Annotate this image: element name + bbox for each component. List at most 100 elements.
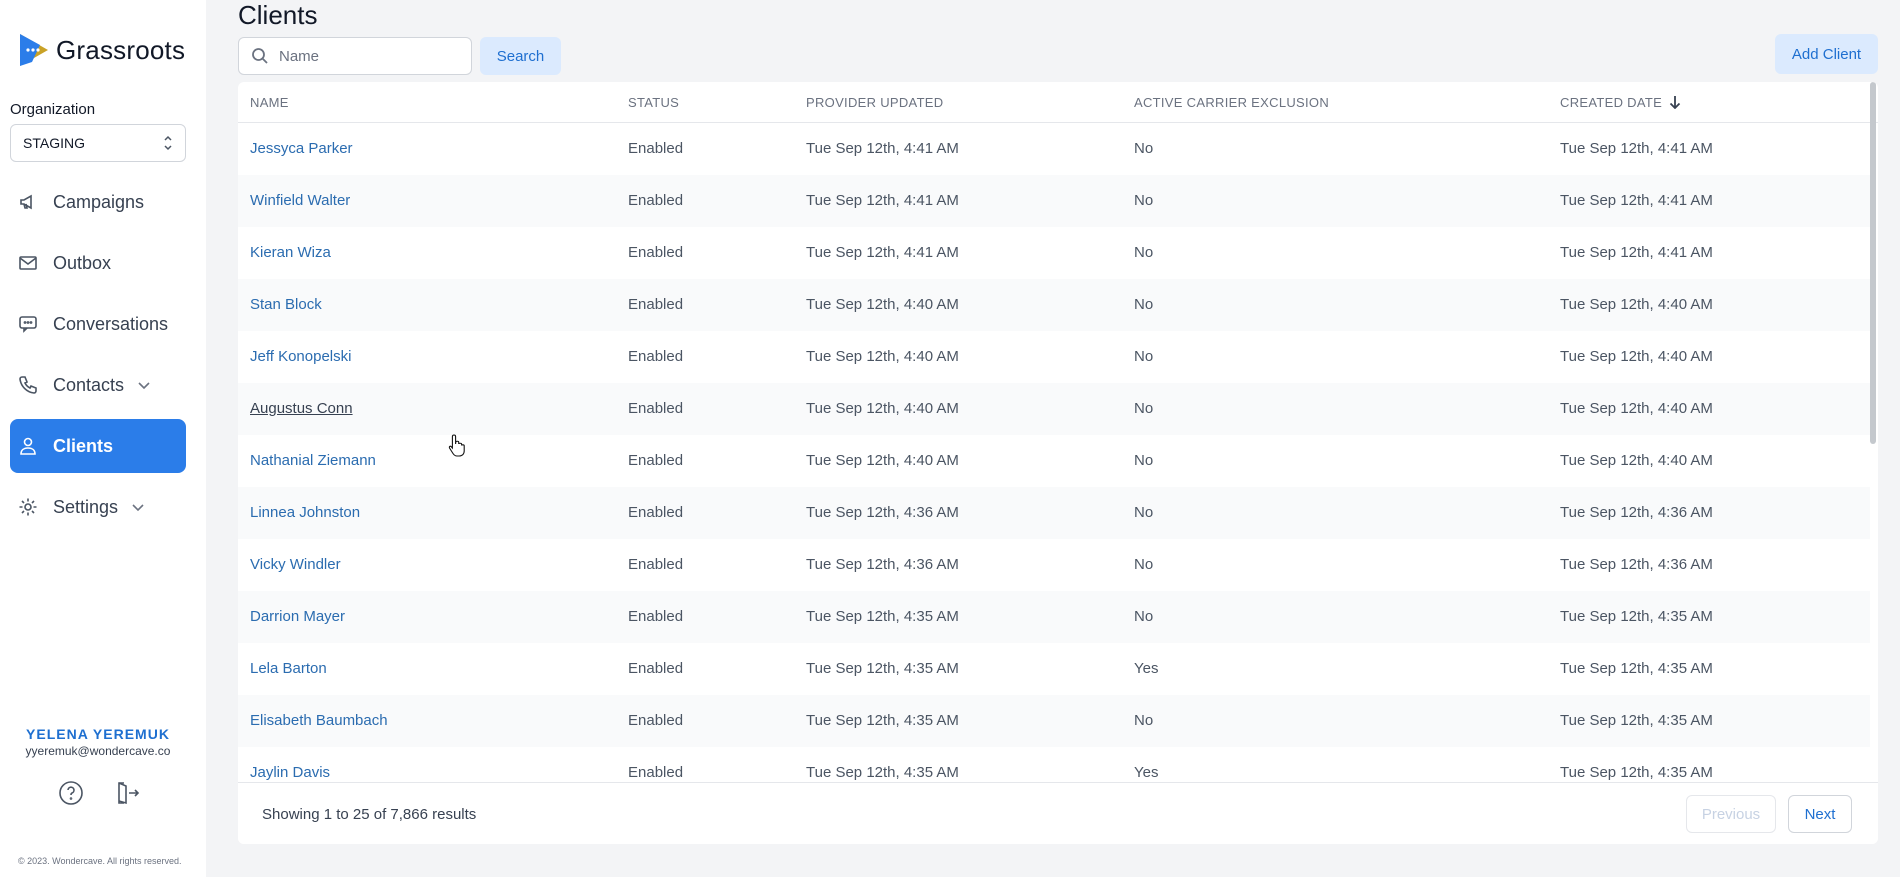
- table-header: NAME STATUS PROVIDER UPDATED ACTIVE CARR…: [238, 82, 1878, 123]
- provider-updated-cell: Tue Sep 12th, 4:41 AM: [806, 192, 959, 209]
- sidebar-item-campaigns[interactable]: Campaigns: [10, 175, 186, 229]
- provider-updated-cell: Tue Sep 12th, 4:36 AM: [806, 504, 959, 521]
- search-input[interactable]: [279, 47, 459, 65]
- status-cell: Enabled: [628, 556, 684, 573]
- sidebar-item-clients[interactable]: Clients: [10, 419, 186, 473]
- carrier-exclusion-cell: No: [1134, 348, 1154, 365]
- column-header-status[interactable]: STATUS: [628, 95, 679, 110]
- client-name-link[interactable]: Linnea Johnston: [250, 504, 360, 521]
- created-date-cell: Tue Sep 12th, 4:35 AM: [1560, 608, 1713, 625]
- app-name: Grassroots: [56, 34, 186, 65]
- sidebar-item-label: Campaigns: [53, 191, 145, 212]
- provider-updated-cell: Tue Sep 12th, 4:40 AM: [806, 400, 959, 417]
- created-date-cell: Tue Sep 12th, 4:40 AM: [1560, 452, 1713, 469]
- column-header-name[interactable]: NAME: [250, 95, 289, 110]
- table-row[interactable]: Kieran Wiza Enabled Tue Sep 12th, 4:41 AM N…: [238, 227, 1870, 279]
- provider-updated-cell: Tue Sep 12th, 4:35 AM: [806, 660, 959, 677]
- table-row[interactable]: Jeff Konopelski Enabled Tue Sep 12th, 4:40…: [238, 331, 1870, 383]
- status-cell: Enabled: [628, 140, 684, 157]
- hand-pointer-cursor-icon: [448, 434, 465, 457]
- status-cell: Enabled: [628, 192, 684, 209]
- provider-updated-cell: Tue Sep 12th, 4:40 AM: [806, 348, 959, 365]
- table-row[interactable]: Winfield Walter Enabled Tue Sep 12th, 4:41…: [238, 175, 1870, 227]
- chat-bubble-icon: [19, 316, 37, 333]
- table-row[interactable]: Lela Barton Enabled Tue Sep 12th, 4:35 AM Y…: [238, 643, 1870, 695]
- sidebar-item-outbox[interactable]: Outbox: [10, 236, 186, 290]
- sidebar-item-label: Contacts: [53, 374, 125, 395]
- client-name-link[interactable]: Nathanial Ziemann: [250, 452, 376, 469]
- gear-icon: [19, 498, 37, 516]
- add-client-button[interactable]: Add Client: [1775, 34, 1878, 74]
- status-cell: Enabled: [628, 348, 684, 365]
- created-date-cell: Tue Sep 12th, 4:41 AM: [1560, 244, 1713, 261]
- table-row[interactable]: Vicky Windler Enabled Tue Sep 12th, 4:36 A…: [238, 539, 1870, 591]
- carrier-exclusion-cell: No: [1134, 608, 1154, 625]
- provider-updated-cell: Tue Sep 12th, 4:40 AM: [806, 452, 959, 469]
- table-body: Jessyca Parker Enabled Tue Sep 12th, 4:41 …: [238, 123, 1870, 844]
- client-name-link[interactable]: Jessyca Parker: [250, 140, 353, 157]
- client-name-link[interactable]: Augustus Conn: [250, 400, 353, 417]
- table-row[interactable]: Elisabeth Baumbach Enabled Tue Sep 12th, 4…: [238, 695, 1870, 747]
- carrier-exclusion-cell: Yes: [1134, 660, 1159, 677]
- client-name-link[interactable]: Vicky Windler: [250, 556, 341, 573]
- grassroots-logo-icon: [20, 34, 48, 66]
- organization-label: Organization: [10, 101, 96, 118]
- search-box: [238, 37, 472, 75]
- table-row[interactable]: Linnea Johnston Enabled Tue Sep 12th, 4:36…: [238, 487, 1870, 539]
- envelope-icon: [19, 256, 37, 270]
- sidebar-nav: Campaigns Outbox Conversations Contacts …: [10, 175, 186, 541]
- search-button[interactable]: Search: [480, 37, 561, 75]
- organization-selected-value: STAGING: [23, 135, 85, 151]
- status-cell: Enabled: [628, 244, 684, 261]
- page-title: Clients: [238, 0, 318, 30]
- sidebar: Grassroots Organization STAGING Campaign…: [0, 0, 206, 877]
- scrollbar-track[interactable]: [1868, 82, 1878, 844]
- provider-updated-cell: Tue Sep 12th, 4:41 AM: [806, 244, 959, 261]
- client-name-link[interactable]: Jaylin Davis: [250, 764, 330, 781]
- status-cell: Enabled: [628, 296, 684, 313]
- logout-icon[interactable]: [114, 780, 140, 806]
- client-name-link[interactable]: Elisabeth Baumbach: [250, 712, 388, 729]
- table-row[interactable]: Darrion Mayer Enabled Tue Sep 12th, 4:35 A…: [238, 591, 1870, 643]
- column-header-created-date[interactable]: CREATED DATE: [1560, 95, 1682, 110]
- sort-arrow-down-icon: [1669, 96, 1681, 110]
- client-name-link[interactable]: Kieran Wiza: [250, 244, 331, 261]
- scrollbar-thumb[interactable]: [1870, 82, 1876, 444]
- client-name-link[interactable]: Winfield Walter: [250, 192, 350, 209]
- sidebar-item-settings[interactable]: Settings: [10, 480, 186, 534]
- created-date-cell: Tue Sep 12th, 4:40 AM: [1560, 296, 1713, 313]
- sidebar-item-conversations[interactable]: Conversations: [10, 297, 186, 351]
- next-page-button[interactable]: Next: [1788, 795, 1852, 833]
- organization-select[interactable]: STAGING: [10, 124, 186, 162]
- column-header-carrier-exclusion[interactable]: ACTIVE CARRIER EXCLUSION: [1134, 95, 1329, 110]
- client-name-link[interactable]: Jeff Konopelski: [250, 348, 351, 365]
- client-name-link[interactable]: Stan Block: [250, 296, 322, 313]
- created-date-cell: Tue Sep 12th, 4:40 AM: [1560, 400, 1713, 417]
- app-logo[interactable]: Grassroots: [18, 32, 185, 68]
- table-row[interactable]: Stan Block Enabled Tue Sep 12th, 4:40 AM No…: [238, 279, 1870, 331]
- provider-updated-cell: Tue Sep 12th, 4:35 AM: [806, 712, 959, 729]
- table-row[interactable]: Nathanial Ziemann Enabled Tue Sep 12th, 4:…: [238, 435, 1870, 487]
- created-date-cell: Tue Sep 12th, 4:41 AM: [1560, 140, 1713, 157]
- client-name-link[interactable]: Darrion Mayer: [250, 608, 345, 625]
- created-date-cell: Tue Sep 12th, 4:36 AM: [1560, 504, 1713, 521]
- status-cell: Enabled: [628, 400, 684, 417]
- sidebar-item-contacts[interactable]: Contacts: [10, 358, 186, 412]
- created-date-cell: Tue Sep 12th, 4:36 AM: [1560, 556, 1713, 573]
- carrier-exclusion-cell: No: [1134, 400, 1154, 417]
- pagination-footer: Showing 1 to 25 of 7,866 results Previou…: [238, 782, 1878, 844]
- help-icon[interactable]: [58, 780, 84, 806]
- carrier-exclusion-cell: No: [1134, 556, 1154, 573]
- client-name-link[interactable]: Lela Barton: [250, 660, 327, 677]
- table-row[interactable]: Jessyca Parker Enabled Tue Sep 12th, 4:41 …: [238, 123, 1870, 175]
- user-name: YELENA YEREMUK: [26, 726, 170, 742]
- previous-page-button[interactable]: Previous: [1686, 795, 1776, 833]
- carrier-exclusion-cell: No: [1134, 504, 1154, 521]
- results-summary: Showing 1 to 25 of 7,866 results: [262, 806, 477, 823]
- table-row[interactable]: Augustus Conn Enabled Tue Sep 12th, 4:40 A…: [238, 383, 1870, 435]
- copyright: © 2023. Wondercave. All rights reserved.: [18, 856, 182, 866]
- carrier-exclusion-cell: No: [1134, 452, 1154, 469]
- sidebar-item-label: Settings: [53, 496, 119, 517]
- column-header-provider-updated[interactable]: PROVIDER UPDATED: [806, 95, 943, 110]
- chevron-down-icon: [138, 382, 150, 390]
